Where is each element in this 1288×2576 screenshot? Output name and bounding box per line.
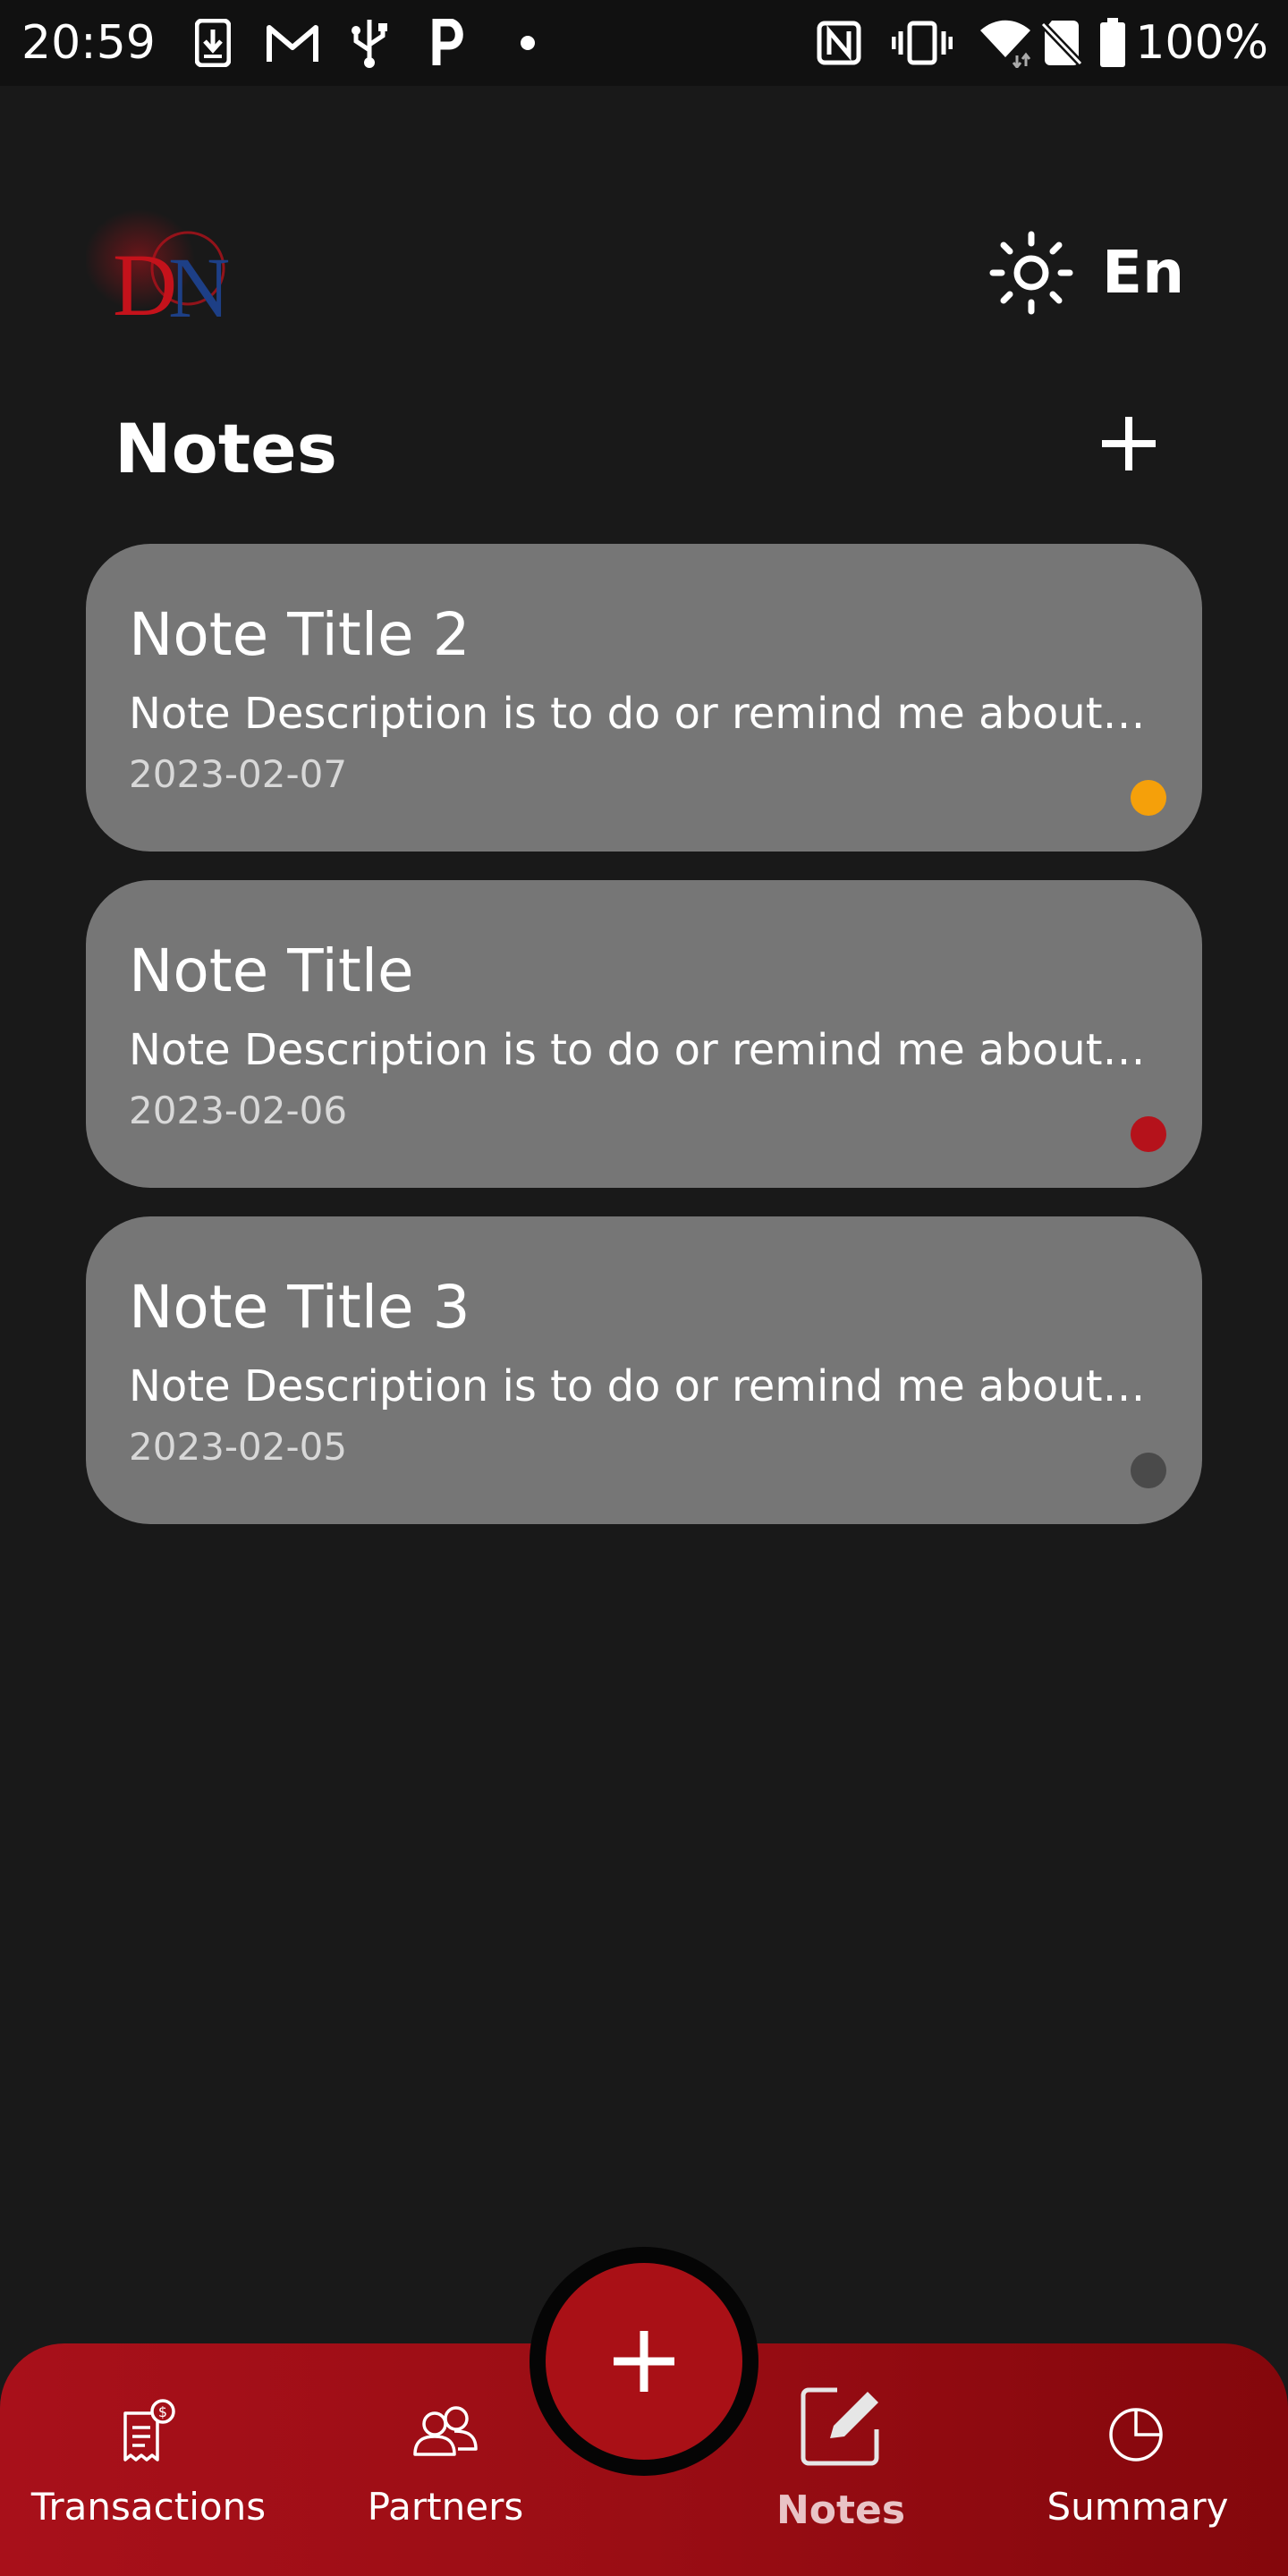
svg-text:$: $ bbox=[158, 2403, 167, 2420]
nav-label: Partners bbox=[367, 2485, 524, 2529]
nav-label: Summary bbox=[1046, 2485, 1229, 2529]
note-description: Note Description is to do or remind me a… bbox=[129, 689, 1157, 739]
language-toggle[interactable]: En bbox=[1102, 237, 1184, 309]
note-color-dot bbox=[1131, 1453, 1166, 1488]
nav-summary[interactable]: Summary bbox=[1030, 2343, 1245, 2576]
note-title: Note Title 2 bbox=[129, 600, 470, 669]
note-date: 2023-02-05 bbox=[129, 1425, 348, 1469]
note-title: Note Title 3 bbox=[129, 1273, 470, 1342]
app-logo: D N bbox=[84, 206, 265, 335]
wifi-icon bbox=[977, 18, 1034, 68]
parking-icon bbox=[428, 18, 469, 68]
plus-icon bbox=[1102, 417, 1156, 470]
nfc-icon bbox=[816, 18, 862, 68]
nav-label: Transactions bbox=[30, 2485, 267, 2529]
status-bar: 20:59 100% bbox=[0, 0, 1288, 86]
status-time: 20:59 bbox=[21, 16, 156, 70]
no-sim-icon bbox=[1039, 18, 1084, 68]
note-color-dot bbox=[1131, 780, 1166, 816]
sun-icon[interactable] bbox=[989, 231, 1073, 315]
vibrate-icon bbox=[891, 18, 953, 68]
note-date: 2023-02-07 bbox=[129, 752, 348, 796]
note-title: Note Title bbox=[129, 936, 414, 1005]
add-note-button[interactable] bbox=[1093, 408, 1165, 479]
plus-icon bbox=[614, 2331, 674, 2392]
dot-icon bbox=[519, 18, 537, 68]
note-card[interactable]: Note Title Note Description is to do or … bbox=[86, 880, 1202, 1188]
nav-notes[interactable]: Notes bbox=[751, 2343, 930, 2576]
pie-chart-icon bbox=[1109, 2408, 1163, 2462]
add-fab-button[interactable] bbox=[546, 2263, 742, 2460]
page-title: Notes bbox=[114, 409, 337, 488]
note-card[interactable]: Note Title 3 Note Description is to do o… bbox=[86, 1216, 1202, 1524]
download-icon bbox=[193, 18, 233, 68]
nav-transactions[interactable]: $ Transactions bbox=[23, 2343, 274, 2576]
note-card[interactable]: Note Title 2 Note Description is to do o… bbox=[86, 544, 1202, 852]
gmail-icon bbox=[265, 18, 320, 68]
nav-label: Notes bbox=[775, 2487, 906, 2533]
note-description: Note Description is to do or remind me a… bbox=[129, 1025, 1157, 1075]
receipt-icon: $ bbox=[123, 2399, 175, 2462]
edit-note-icon bbox=[801, 2387, 879, 2466]
usb-icon bbox=[349, 18, 390, 68]
battery-percent: 100% bbox=[1135, 16, 1268, 70]
note-date: 2023-02-06 bbox=[129, 1089, 348, 1132]
note-color-dot bbox=[1131, 1116, 1166, 1152]
note-description: Note Description is to do or remind me a… bbox=[129, 1361, 1157, 1411]
nav-partners[interactable]: Partners bbox=[338, 2343, 553, 2576]
partners-icon bbox=[413, 2406, 478, 2456]
battery-icon bbox=[1097, 18, 1129, 68]
svg-text:N: N bbox=[168, 240, 230, 331]
